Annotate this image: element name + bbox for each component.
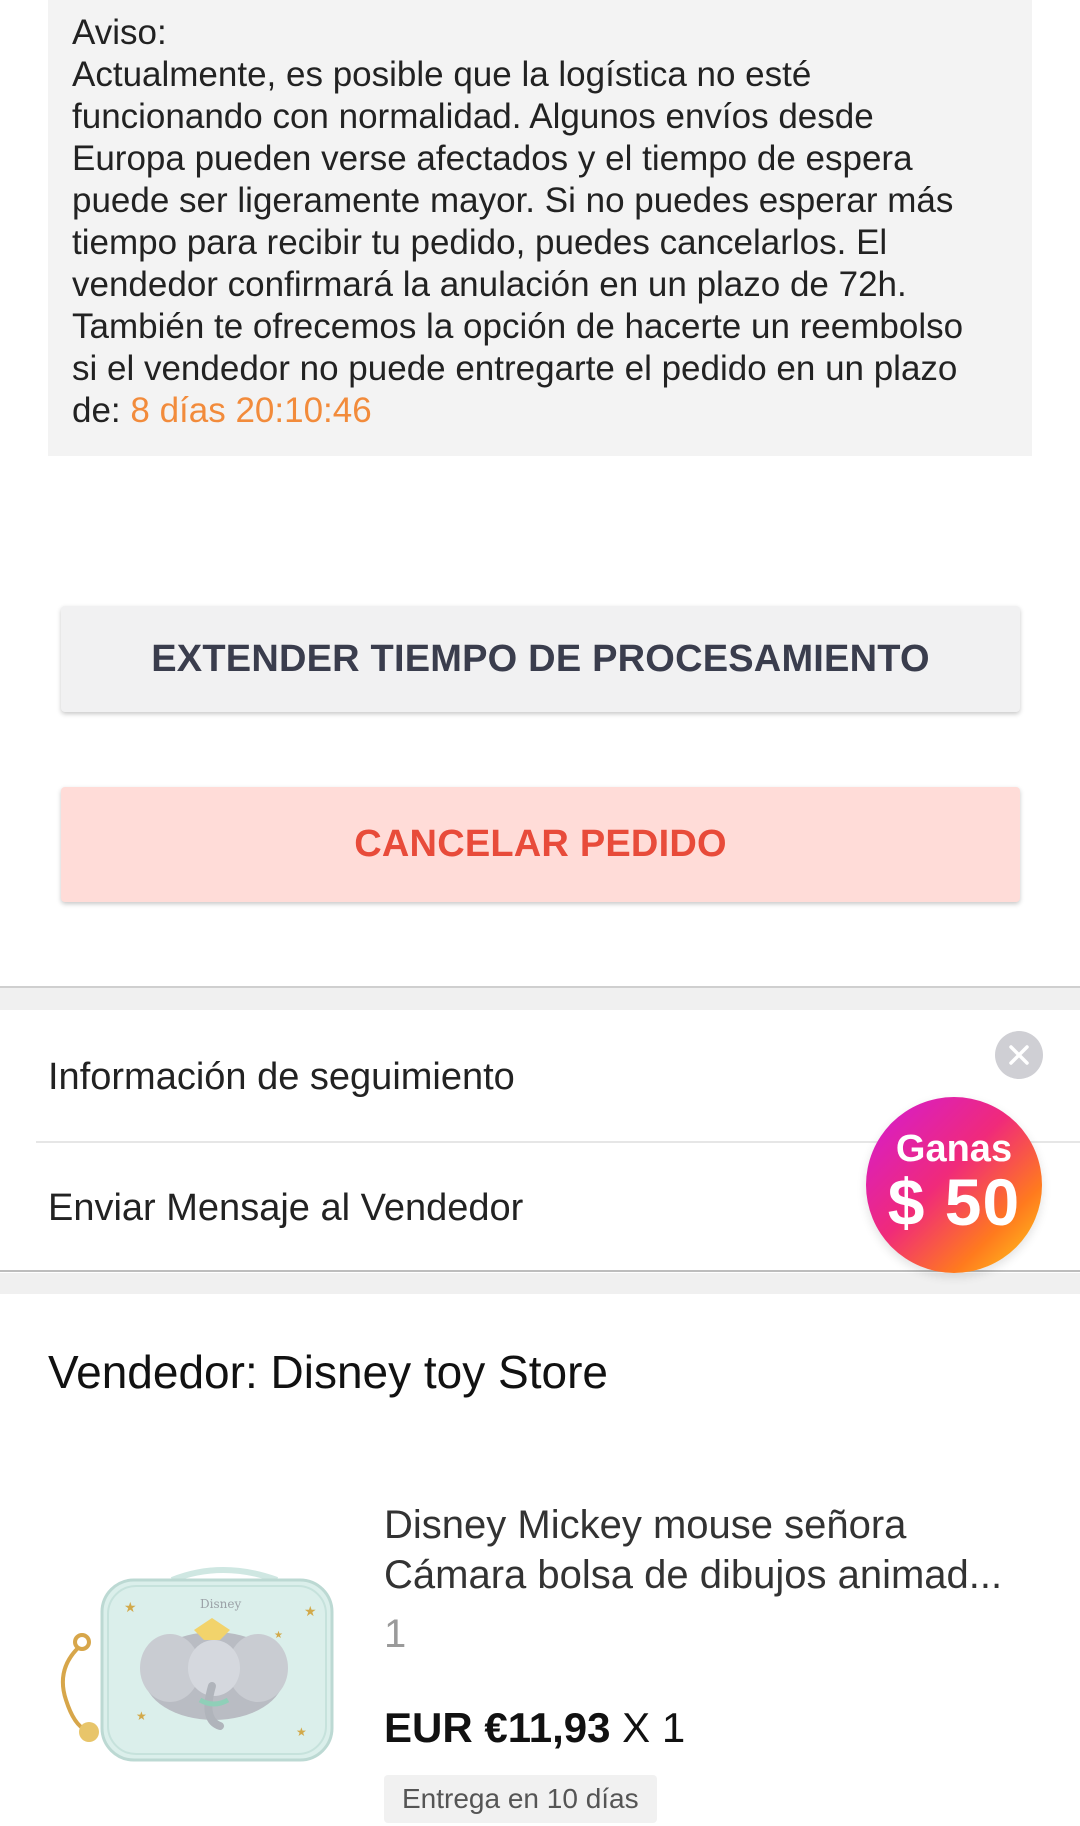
earn-reward-badge[interactable]: Ganas $ 50 bbox=[866, 1097, 1042, 1273]
notice-line: También te ofrecemos la opción de hacert… bbox=[72, 307, 964, 346]
row-divider bbox=[0, 1270, 1080, 1272]
notice-line: funcionando con normalidad. Algunos enví… bbox=[72, 97, 874, 136]
notice-line: tiempo para recibir tu pedido, puedes ca… bbox=[72, 223, 888, 262]
product-variant: 1 bbox=[384, 1612, 407, 1656]
product-quantity: X 1 bbox=[622, 1704, 686, 1751]
cancel-order-button[interactable]: CANCELAR PEDIDO bbox=[61, 787, 1020, 902]
delivery-estimate-badge: Entrega en 10 días bbox=[384, 1775, 657, 1823]
extend-processing-time-button[interactable]: EXTENDER TIEMPO DE PROCESAMIENTO bbox=[61, 606, 1020, 712]
section-divider bbox=[0, 986, 1080, 1010]
svg-text:★: ★ bbox=[136, 1709, 147, 1723]
svg-text:★: ★ bbox=[274, 1630, 283, 1641]
svg-text:★: ★ bbox=[124, 1599, 137, 1615]
logistics-notice: Aviso: Actualmente, es posible que la lo… bbox=[48, 0, 1032, 456]
product-price-row: EUR €11,93 X 1 bbox=[384, 1704, 685, 1752]
svg-text:★: ★ bbox=[304, 1603, 317, 1619]
product-title[interactable]: Disney Mickey mouse señora Cámara bolsa … bbox=[384, 1500, 1024, 1600]
notice-last-prefix: de: bbox=[72, 391, 131, 430]
notice-line: Actualmente, es posible que la logística… bbox=[72, 55, 812, 94]
section-divider bbox=[0, 1270, 1080, 1294]
dumbo-bag-image[interactable]: Disney ★ ★ ★ ★ ★ bbox=[52, 1560, 352, 1770]
product-title-line2: Cámara bolsa de dibujos animad... bbox=[384, 1553, 1003, 1597]
notice-heading: Aviso: bbox=[72, 13, 167, 52]
svg-text:Disney: Disney bbox=[200, 1597, 241, 1611]
notice-last-line: de: 8 días 20:10:46 bbox=[72, 390, 1008, 432]
seller-name[interactable]: Vendedor: Disney toy Store bbox=[48, 1345, 608, 1399]
notice-line: si el vendedor no puede entregarte el pe… bbox=[72, 349, 958, 388]
notice-line: vendedor confirmará la anulación en un p… bbox=[72, 265, 907, 304]
svg-text:★: ★ bbox=[296, 1725, 307, 1739]
notice-line: Europa pueden verse afectados y el tiemp… bbox=[72, 139, 913, 178]
promo-line1: Ganas bbox=[895, 1128, 1013, 1170]
product-price: EUR €11,93 bbox=[384, 1704, 611, 1751]
refund-countdown: 8 días 20:10:46 bbox=[130, 391, 372, 430]
product-title-line1: Disney Mickey mouse señora bbox=[384, 1503, 907, 1547]
tracking-info-label: Información de seguimiento bbox=[48, 1055, 515, 1098]
message-seller-label: Enviar Mensaje al Vendedor bbox=[48, 1186, 524, 1229]
close-icon[interactable] bbox=[995, 1031, 1043, 1079]
notice-line: puede ser ligeramente mayor. Si no puede… bbox=[72, 181, 954, 220]
promo-amount: $ 50 bbox=[887, 1165, 1021, 1239]
